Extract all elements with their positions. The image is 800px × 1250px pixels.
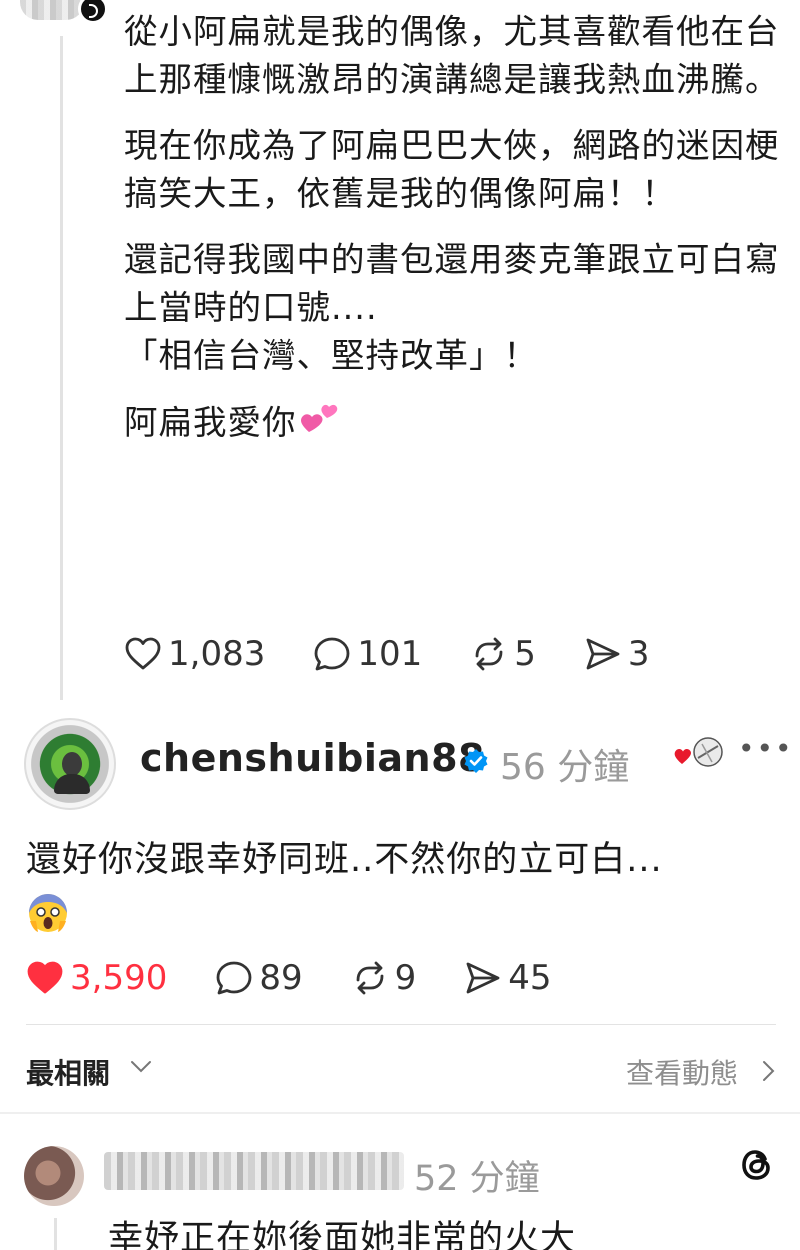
like-count: 3,590 — [70, 958, 168, 998]
like-button[interactable]: 3,590 — [26, 958, 167, 998]
reply-text: 幸妤正在妳後面她非常的火大 — [108, 1219, 577, 1250]
avatar[interactable] — [24, 1146, 84, 1206]
repost-button[interactable]: 5 — [470, 634, 536, 674]
repost-icon — [356, 961, 384, 995]
view-activity-link[interactable]: 查看動態 — [626, 1052, 738, 1092]
heart-filled-icon — [27, 961, 63, 994]
share-count: 45 — [508, 958, 552, 998]
parent-action-row: 1,083 101 5 3 — [124, 634, 698, 674]
thread-line — [54, 1218, 57, 1250]
avatar-face — [62, 752, 82, 776]
post-time: 56 分鐘 — [500, 747, 630, 788]
avatar-body — [54, 774, 90, 794]
thread-line — [60, 36, 63, 700]
screaming-face-emoji — [29, 894, 67, 932]
comment-paragraph: 現在你成為了阿扁巴巴大俠，網路的迷因梗搞笑大王，依舊是我的偶像阿扁！！ — [124, 126, 780, 213]
two-hearts-emoji — [300, 404, 337, 432]
share-button[interactable]: 45 — [464, 958, 552, 998]
like-count: 1,083 — [168, 634, 266, 674]
share-icon — [586, 638, 620, 670]
share-button[interactable]: 3 — [584, 634, 650, 674]
threads-logo-icon[interactable] — [738, 1146, 776, 1184]
blurred-avatar — [20, 0, 84, 20]
reply-count: 101 — [357, 634, 423, 674]
avatar[interactable] — [24, 718, 116, 810]
post-text: 還好你沒跟幸妤同班..不然你的立可白... — [26, 840, 663, 880]
verified-badge-icon — [464, 749, 488, 773]
repost-count: 9 — [394, 958, 417, 998]
post-action-row: 3,590 89 9 45 — [26, 958, 600, 998]
parent-comment-body: 從小阿扁就是我的偶像，尤其喜歡看他在台上那種慷慨激昂的演講總是讓我熱血沸騰。 現… — [124, 8, 784, 465]
comment-paragraph-last: 阿扁我愛你 — [124, 398, 784, 447]
username[interactable]: chenshuibian88 — [140, 736, 485, 780]
repost-button[interactable]: 9 — [351, 958, 417, 998]
reply-button[interactable]: 101 — [313, 634, 422, 674]
threads-badge-icon — [78, 0, 108, 24]
chevron-right-icon[interactable] — [762, 1060, 776, 1082]
comment-paragraph: 從小阿扁就是我的偶像，尤其喜歡看他在台上那種慷慨激昂的演講總是讓我熱血沸騰。 — [124, 12, 780, 99]
more-options-icon[interactable]: ••• — [738, 732, 794, 765]
share-icon — [466, 962, 500, 994]
divider — [26, 1024, 776, 1025]
section-divider — [0, 1112, 800, 1114]
chevron-down-icon[interactable] — [130, 1060, 152, 1074]
comment-paragraph: 還記得我國中的書包還用麥克筆跟立可白寫上當時的口號.... 「相信台灣、堅持改革… — [124, 240, 780, 375]
reply-time: 52 分鐘 — [414, 1159, 540, 1199]
comment-paragraph-text: 阿扁我愛你 — [124, 403, 297, 442]
comment-icon — [216, 961, 252, 995]
sort-dropdown[interactable]: 最相關 — [26, 1052, 110, 1092]
blurred-username[interactable] — [104, 1152, 404, 1190]
repost-icon — [475, 637, 503, 671]
heart-with-avatar-icon — [674, 737, 723, 767]
reply-count: 89 — [259, 958, 303, 998]
reply-button[interactable]: 89 — [215, 958, 303, 998]
comment-icon — [314, 637, 350, 671]
heart-icon — [125, 637, 161, 670]
post-body: 還好你沒跟幸妤同班..不然你的立可白... — [26, 834, 776, 938]
repost-count: 5 — [514, 634, 536, 674]
share-count: 3 — [627, 634, 650, 674]
like-button[interactable]: 1,083 — [124, 634, 265, 674]
